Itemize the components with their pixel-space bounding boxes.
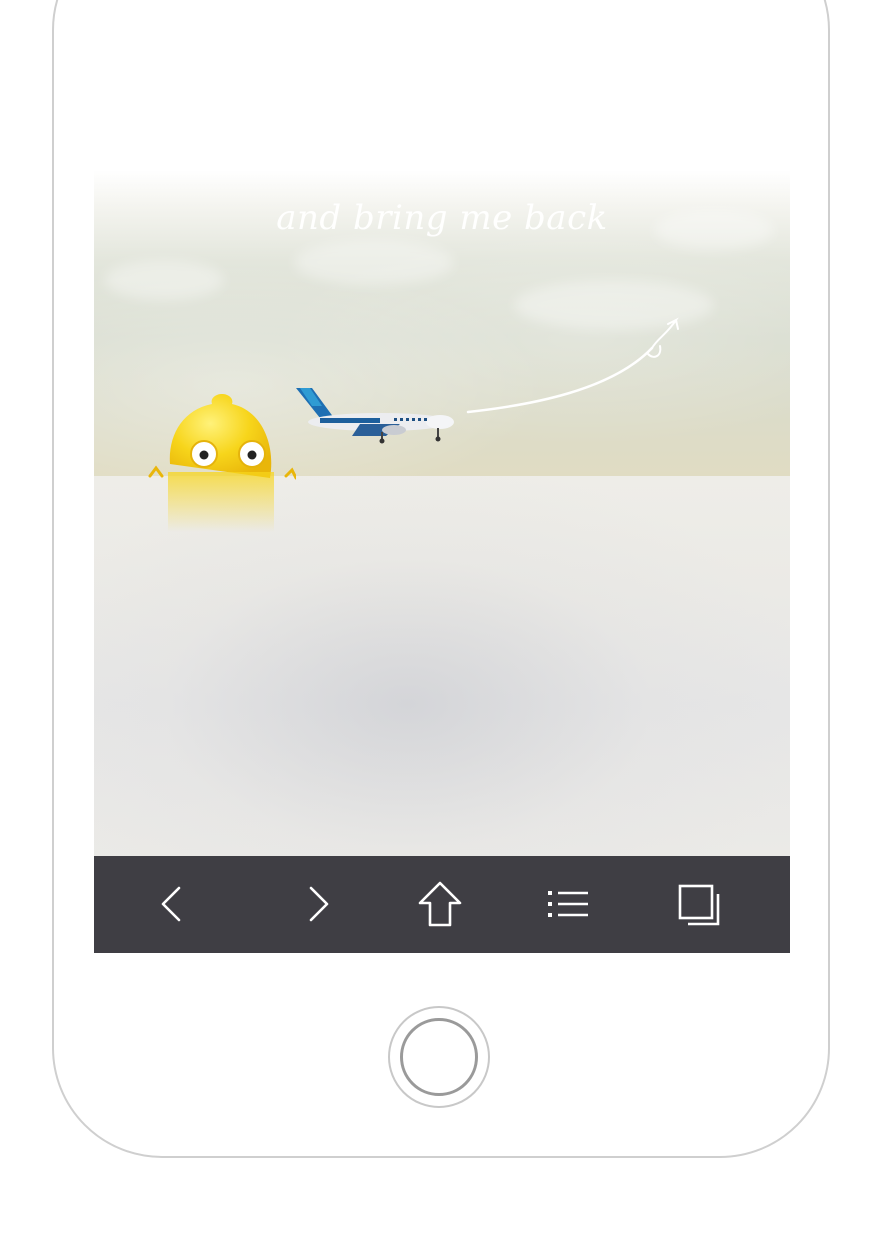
home-icon (418, 881, 462, 927)
browser-bottom-toolbar (94, 856, 790, 953)
tagline-text: and bring me back (276, 198, 608, 238)
menu-button[interactable] (538, 874, 598, 934)
curved-arrow-icon (466, 317, 679, 414)
airplane-image (296, 388, 454, 444)
tabs-button[interactable] (670, 874, 730, 934)
back-button[interactable] (142, 874, 202, 934)
phone-home-button[interactable] (388, 1006, 490, 1108)
list-menu-icon (548, 891, 588, 917)
home-nav-button[interactable] (410, 874, 470, 934)
back-arrow-icon (161, 886, 181, 922)
phone-screen: and bring me back (94, 170, 790, 953)
lemon-mascot-image (148, 394, 296, 532)
page-content-area (94, 476, 790, 856)
tabs-icon (678, 884, 720, 926)
forward-button[interactable] (288, 874, 348, 934)
home-button-ring (400, 1018, 478, 1096)
forward-arrow-icon (309, 886, 329, 922)
